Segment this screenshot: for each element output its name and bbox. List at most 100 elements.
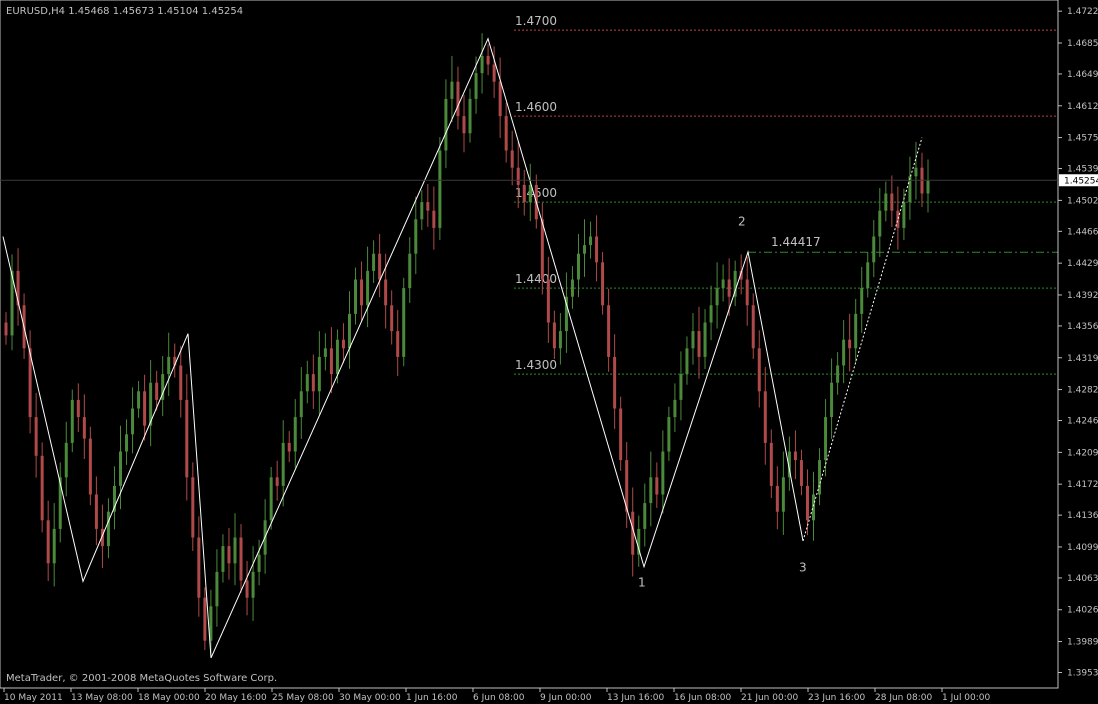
- candle-body: [269, 477, 273, 521]
- candle-body: [329, 348, 333, 375]
- x-tick-label: 16 Jun 08:00: [674, 693, 731, 703]
- x-tick-label: 30 May 00:00: [339, 693, 401, 703]
- wave-label: 2: [738, 214, 746, 228]
- candle-body: [143, 391, 147, 426]
- candle-body: [655, 477, 659, 495]
- candle-body: [52, 528, 56, 564]
- candle-body: [715, 288, 719, 306]
- candle-body: [854, 313, 858, 349]
- candle-body: [414, 219, 418, 254]
- candle-body: [347, 313, 351, 349]
- candle-body: [685, 348, 689, 375]
- candle-body: [179, 365, 183, 400]
- y-tick-label: 1.40630: [1067, 574, 1098, 584]
- candle-body: [522, 184, 526, 203]
- x-tick-label: 1 Jun 16:00: [406, 693, 458, 703]
- candle-body: [697, 331, 701, 357]
- candle-body: [504, 116, 508, 151]
- candle-body: [607, 305, 611, 357]
- candle-body: [366, 270, 370, 306]
- candle-body: [558, 331, 562, 349]
- candle-body: [444, 98, 448, 151]
- candle-body: [661, 451, 665, 495]
- candle-body: [462, 116, 466, 134]
- x-tick-label: 25 May 08:00: [272, 693, 334, 703]
- candle-body: [824, 417, 828, 461]
- candle-body: [137, 391, 141, 409]
- level-label: 1.4300: [515, 358, 557, 372]
- candle-body: [94, 494, 98, 529]
- candle-body: [227, 546, 231, 564]
- copyright-label: MetaTrader, © 2001-2008 MetaQuotes Softw…: [6, 673, 277, 684]
- wave-label: 1: [638, 576, 646, 590]
- candle-body: [745, 279, 749, 306]
- candle-body: [673, 399, 677, 418]
- candle-body: [709, 305, 713, 323]
- candle-body: [221, 546, 225, 572]
- candle-body: [474, 73, 478, 99]
- x-tick-label: 10 May 2011: [4, 693, 63, 703]
- y-tick-label: 1.42460: [1067, 417, 1098, 427]
- candle-body: [703, 322, 707, 357]
- candle-body: [106, 511, 110, 547]
- candle-body: [317, 356, 321, 392]
- candle-body: [323, 348, 327, 357]
- candle-body: [341, 339, 345, 349]
- candle-body: [691, 331, 695, 349]
- y-tick-label: 1.47220: [1067, 7, 1098, 17]
- candle-body: [836, 365, 840, 383]
- candle-body: [203, 597, 207, 641]
- y-tick-label: 1.43560: [1067, 322, 1098, 332]
- candle-body: [914, 167, 918, 177]
- x-tick-label: 13 Jun 16:00: [607, 693, 664, 703]
- y-tick-label: 1.45750: [1067, 134, 1098, 144]
- candle-body: [70, 399, 74, 443]
- candle-body: [878, 210, 882, 237]
- y-tick-label: 1.42090: [1067, 448, 1098, 458]
- candle-body: [896, 210, 900, 228]
- candle-body: [125, 434, 129, 452]
- x-tick-label: 13 May 08:00: [71, 693, 133, 703]
- candle-body: [480, 55, 484, 74]
- candle-body: [396, 331, 400, 357]
- candle-body: [197, 537, 201, 598]
- candle-body: [281, 442, 285, 486]
- candle-body: [335, 339, 339, 375]
- candle-body: [805, 485, 809, 521]
- y-tick-label: 1.45020: [1067, 196, 1098, 206]
- level-label: 1.4400: [515, 272, 557, 286]
- candle-body: [583, 245, 587, 254]
- candle-body: [848, 339, 852, 349]
- candle-body: [589, 236, 593, 246]
- candle-body: [799, 460, 803, 486]
- candle-body: [311, 374, 315, 392]
- symbol-header: EURUSD,H4 1.45468 1.45673 1.45104 1.4525…: [6, 6, 243, 17]
- candle-body: [763, 391, 767, 443]
- x-tick-label: 21 Jun 00:00: [741, 693, 798, 703]
- candle-body: [82, 417, 86, 439]
- price-chart[interactable]: 1.47001.46001.45001.44001.43001.44417 12…: [0, 0, 1098, 704]
- candle-body: [576, 253, 580, 280]
- y-tick-label: 1.46490: [1067, 70, 1098, 80]
- candle-body: [426, 202, 430, 211]
- candle-body: [649, 477, 653, 504]
- candle-body: [667, 417, 671, 452]
- candle-body: [546, 279, 550, 323]
- candle-body: [902, 202, 906, 228]
- candle-body: [552, 322, 556, 349]
- candle-body: [830, 382, 834, 418]
- candle-body: [390, 305, 394, 332]
- candle-body: [601, 262, 605, 306]
- candle-body: [781, 477, 785, 512]
- candle-body: [775, 485, 779, 512]
- candle-body: [757, 348, 761, 392]
- candle-body: [167, 356, 171, 375]
- candle-body: [233, 537, 237, 564]
- x-tick-label: 1 Jul 00:00: [942, 693, 991, 703]
- candle-body: [721, 279, 725, 289]
- candle-body: [251, 571, 255, 598]
- candle-body: [384, 279, 388, 306]
- candle-body: [88, 438, 92, 495]
- candle-body: [155, 382, 159, 400]
- y-tick-label: 1.40260: [1067, 606, 1098, 616]
